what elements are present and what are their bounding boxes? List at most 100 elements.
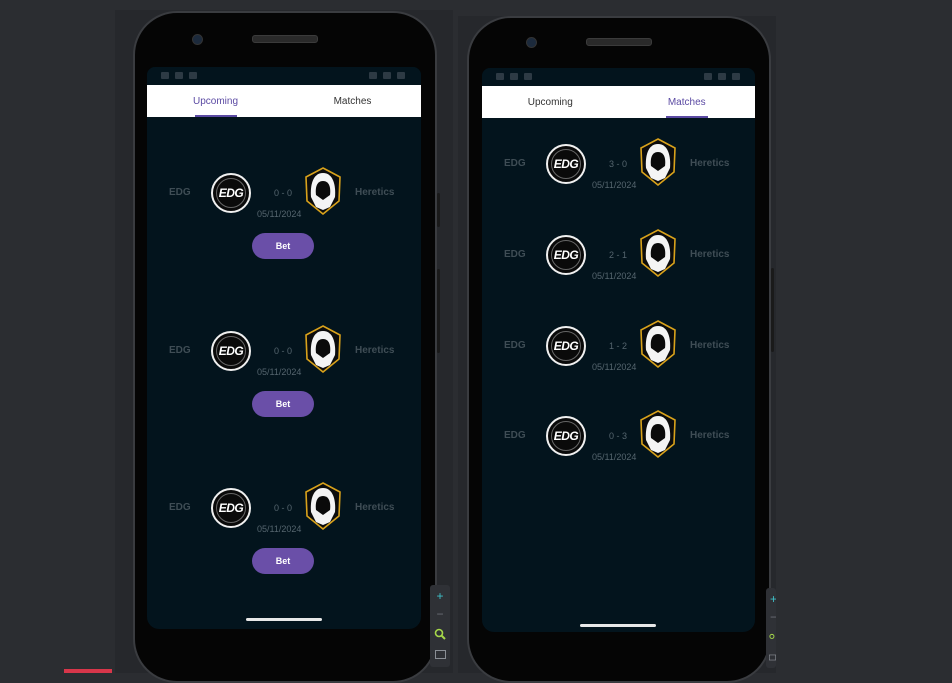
match-score: 1 - 2 — [609, 341, 628, 351]
zoom-in-button[interactable]: + — [766, 590, 776, 608]
match-card: EDG EDG 0 - 0 Heretics 05/11/2024 Bet — [147, 167, 421, 259]
match-date: 05/11/2024 — [257, 524, 302, 534]
team-a-name: EDG — [504, 158, 526, 169]
match-score: 0 - 0 — [274, 503, 293, 513]
signal-icon — [383, 72, 391, 79]
match-score: 0 - 0 — [274, 188, 293, 198]
fit-screen-icon[interactable] — [430, 645, 450, 663]
wifi-icon — [704, 73, 712, 80]
edg-logo: EDG — [546, 326, 586, 366]
match-score: 0 - 0 — [274, 346, 293, 356]
status-bar — [147, 67, 421, 85]
tab-label: Matches — [333, 95, 372, 107]
home-indicator[interactable] — [246, 618, 322, 621]
status-icon — [496, 73, 504, 80]
heretics-logo — [640, 229, 676, 277]
team-b-name: Heretics — [355, 345, 395, 356]
tab-bar: Upcoming Matches — [147, 85, 421, 117]
tab-label: Matches — [667, 96, 706, 108]
result-card: EDG EDG 3 - 0 Heretics 05/11/2024 — [482, 138, 755, 222]
fit-screen-icon[interactable] — [766, 648, 776, 666]
team-a-name: EDG — [504, 249, 526, 260]
battery-icon — [397, 72, 405, 79]
status-icon — [175, 72, 183, 79]
camera-icon — [192, 34, 203, 45]
magnifier-icon[interactable] — [766, 628, 776, 646]
status-icon — [510, 73, 518, 80]
edg-logo: EDG — [211, 173, 251, 213]
match-card: EDG EDG 0 - 0 Heretics 05/11/2024 Bet — [147, 325, 421, 417]
heretics-logo — [640, 138, 676, 186]
tab-matches[interactable]: Matches — [619, 86, 756, 118]
zoom-in-button[interactable]: + — [430, 587, 450, 605]
match-score: 3 - 0 — [609, 159, 628, 169]
bet-button[interactable]: Bet — [252, 391, 314, 417]
screen-left: Upcoming Matches EDG EDG 0 - 0 Heretics … — [147, 67, 421, 629]
phone-frame-right: Upcoming Matches EDG EDG 3 - 0 Heretics … — [467, 16, 774, 683]
team-a-name: EDG — [504, 430, 526, 441]
edg-logo: EDG — [546, 416, 586, 456]
status-bar — [482, 68, 755, 86]
magnifier-icon[interactable] — [430, 625, 450, 643]
wifi-icon — [369, 72, 377, 79]
volume-button — [771, 268, 774, 352]
heretics-logo — [640, 320, 676, 368]
match-date: 05/11/2024 — [592, 452, 637, 462]
camera-icon — [526, 37, 537, 48]
zoom-panel-right: + − — [766, 588, 776, 668]
team-a-name: EDG — [169, 187, 191, 198]
team-b-name: Heretics — [690, 158, 730, 169]
screen-right: Upcoming Matches EDG EDG 3 - 0 Heretics … — [482, 68, 755, 632]
match-card: EDG EDG 0 - 0 Heretics 05/11/2024 Bet — [147, 482, 421, 574]
status-icon — [189, 72, 197, 79]
speaker-grille — [252, 35, 318, 43]
phone-frame-left: Upcoming Matches EDG EDG 0 - 0 Heretics … — [133, 11, 440, 683]
edg-logo: EDG — [546, 144, 586, 184]
match-date: 05/11/2024 — [257, 367, 302, 377]
tab-upcoming[interactable]: Upcoming — [482, 86, 619, 118]
team-a-name: EDG — [504, 340, 526, 351]
match-date: 05/11/2024 — [592, 271, 637, 281]
edg-logo: EDG — [211, 488, 251, 528]
match-score: 2 - 1 — [609, 250, 628, 260]
heretics-logo — [640, 410, 676, 458]
team-b-name: Heretics — [355, 187, 395, 198]
tab-accent-bar — [64, 669, 112, 673]
tab-matches[interactable]: Matches — [284, 85, 421, 117]
tab-upcoming[interactable]: Upcoming — [147, 85, 284, 117]
team-b-name: Heretics — [690, 430, 730, 441]
edg-logo: EDG — [546, 235, 586, 275]
zoom-out-button[interactable]: − — [766, 608, 776, 626]
team-a-name: EDG — [169, 345, 191, 356]
power-button — [437, 193, 440, 227]
bet-button[interactable]: Bet — [252, 548, 314, 574]
status-icon — [524, 73, 532, 80]
status-icon — [161, 72, 169, 79]
match-date: 05/11/2024 — [257, 209, 302, 219]
home-indicator[interactable] — [580, 624, 656, 627]
team-b-name: Heretics — [690, 340, 730, 351]
tab-label: Upcoming — [192, 95, 239, 107]
match-date: 05/11/2024 — [592, 180, 637, 190]
team-b-name: Heretics — [690, 249, 730, 260]
edg-logo: EDG — [211, 331, 251, 371]
heretics-logo — [305, 167, 341, 215]
battery-icon — [732, 73, 740, 80]
volume-button — [437, 269, 440, 353]
match-date: 05/11/2024 — [592, 362, 637, 372]
heretics-logo — [305, 325, 341, 373]
signal-icon — [718, 73, 726, 80]
result-card: EDG EDG 2 - 1 Heretics 05/11/2024 — [482, 229, 755, 313]
zoom-panel-left: + − — [430, 585, 450, 667]
result-card: EDG EDG 0 - 3 Heretics 05/11/2024 — [482, 410, 755, 494]
bet-button[interactable]: Bet — [252, 233, 314, 259]
heretics-logo — [305, 482, 341, 530]
tab-bar: Upcoming Matches — [482, 86, 755, 118]
result-card: EDG EDG 1 - 2 Heretics 05/11/2024 — [482, 320, 755, 404]
team-a-name: EDG — [169, 502, 191, 513]
match-score: 0 - 3 — [609, 431, 628, 441]
tab-label: Upcoming — [527, 96, 573, 108]
zoom-out-button[interactable]: − — [430, 605, 450, 623]
speaker-grille — [586, 38, 652, 46]
team-b-name: Heretics — [355, 502, 395, 513]
